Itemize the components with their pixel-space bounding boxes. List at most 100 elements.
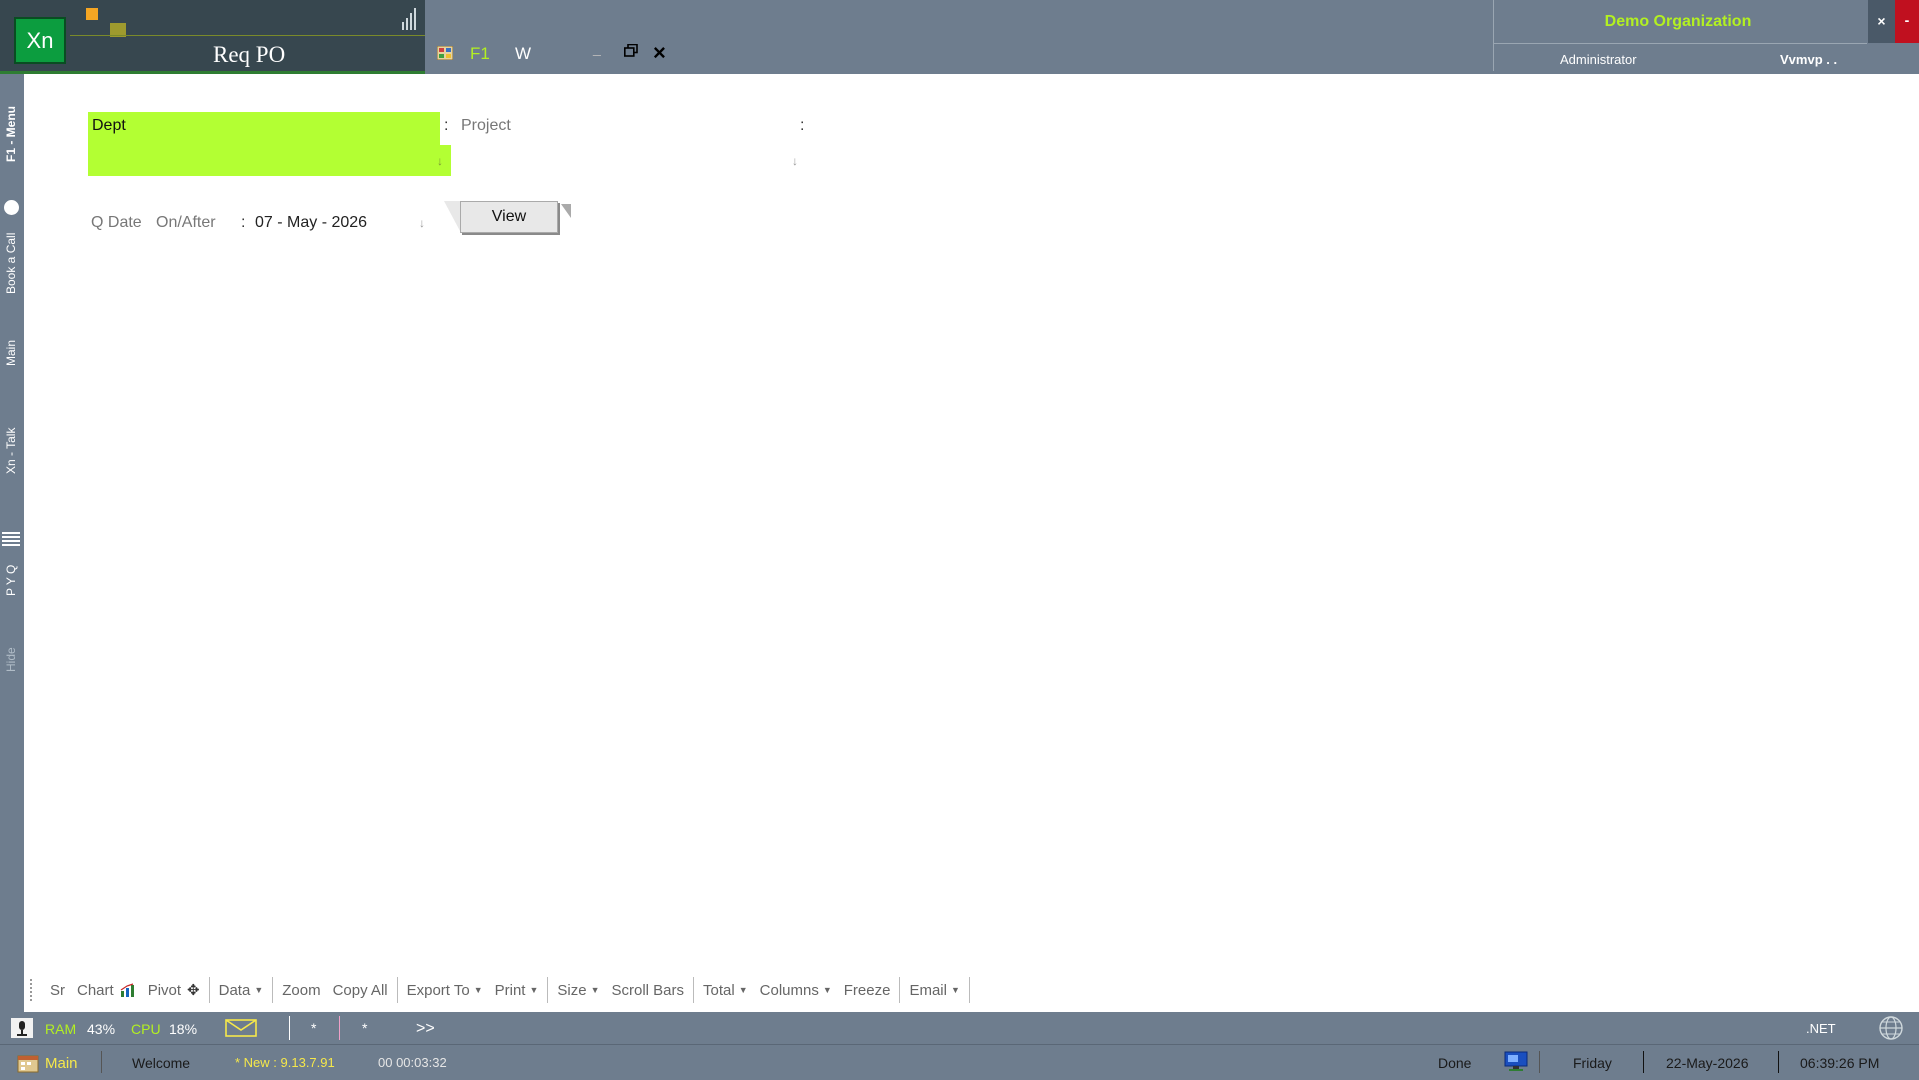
dept-colon: : [444, 117, 449, 134]
copy-all-button[interactable]: Copy All [327, 982, 394, 999]
chevron-down-icon: ▼ [822, 985, 832, 995]
scroll-bars-button[interactable]: Scroll Bars [606, 982, 691, 999]
chevron-down-icon: ▼ [473, 985, 483, 995]
qdate-field[interactable]: 07 - May - 2026 [255, 214, 367, 232]
zoom-button[interactable]: Zoom [276, 982, 326, 999]
status-done: Done [1438, 1055, 1472, 1071]
main-tab[interactable]: Main [45, 1055, 78, 1072]
title-block: Xn Req PO [0, 0, 425, 74]
microphone-icon[interactable] [11, 1018, 33, 1038]
onafter-label: On/After [156, 214, 216, 231]
data-button[interactable]: Data ▼ [213, 982, 270, 999]
status-time: 06:39:26 PM [1800, 1055, 1880, 1071]
user-role: Administrator [1560, 52, 1637, 67]
org-divider [1493, 43, 1867, 44]
toolbar-separator [272, 977, 274, 1003]
left-sidebar: F1 - Menu Book a Call Main Xn - Talk P Y… [0, 74, 24, 1012]
toolbar-separator [968, 977, 970, 1003]
toolbar-separator [396, 977, 398, 1003]
window-title: Req PO [213, 42, 286, 67]
toolbar-separator [208, 977, 210, 1003]
toolbar-grip[interactable] [30, 979, 36, 1001]
project-label: Project [461, 117, 511, 134]
status-separator [339, 1016, 340, 1040]
org-minimize-button[interactable]: - [1895, 0, 1919, 43]
cpu-label: CPU [131, 1021, 161, 1037]
sidebar-item-book-a-call[interactable]: Book a Call [4, 233, 18, 294]
close-icon[interactable]: × [653, 40, 666, 66]
print-button[interactable]: Print ▼ [489, 982, 545, 999]
export-to-button[interactable]: Export To ▼ [401, 982, 489, 999]
orange-square-icon [86, 8, 98, 20]
w-button[interactable]: W [515, 44, 531, 64]
new-version-text[interactable]: * New : 9.13.7.91 [235, 1055, 335, 1070]
status-separator [289, 1016, 290, 1040]
signal-icon [402, 8, 416, 30]
status-bar-bottom: Main Welcome * New : 9.13.7.91 00 00:03:… [0, 1044, 1919, 1080]
status-separator [1778, 1051, 1779, 1073]
move-cursor-icon: ✥ [187, 982, 200, 999]
user-name[interactable]: Vvmvp . . [1780, 52, 1837, 67]
more-button[interactable]: >> [416, 1020, 435, 1038]
toolbar-separator [693, 977, 695, 1003]
globe-icon[interactable] [1878, 1015, 1904, 1041]
grid-icon[interactable] [437, 46, 453, 60]
session-timer: 00 00:03:32 [378, 1055, 447, 1070]
mail-icon[interactable] [225, 1019, 257, 1037]
status-star-1: * [311, 1020, 317, 1036]
ram-value: 43% [87, 1021, 116, 1037]
cpu-value: 18% [169, 1021, 198, 1037]
grid-toolbar: Sr Chart Pivot ✥ Data ▼ Zoom Copy All Exp… [24, 972, 973, 1008]
chevron-down-icon: ▼ [950, 985, 960, 995]
chevron-down-icon: ▼ [254, 985, 264, 995]
sidebar-item-main[interactable]: Main [4, 340, 18, 366]
welcome-text: Welcome [132, 1055, 191, 1071]
status-date: 22-May-2026 [1666, 1055, 1749, 1071]
dept-label-box [88, 112, 440, 145]
qdate-colon: : [241, 214, 246, 231]
ram-label: RAM [45, 1021, 77, 1037]
qdate-label: Q Date [91, 214, 142, 231]
remote-desktop-icon[interactable] [1504, 1051, 1528, 1073]
list-icon [2, 532, 20, 546]
chart-button[interactable]: Chart [71, 982, 142, 999]
dept-input[interactable] [88, 145, 451, 176]
dotnet-label: .NET [1806, 1021, 1836, 1036]
restore-icon[interactable] [624, 44, 638, 57]
qdate-dropdown-arrow-icon[interactable]: ↓ [419, 216, 425, 230]
sidebar-item-pyq[interactable]: P Y Q [4, 565, 18, 596]
status-day: Friday [1573, 1055, 1612, 1071]
status-bar-top: RAM 43% CPU 18% * * >> .NET [0, 1012, 1919, 1044]
calendar-icon[interactable] [17, 1053, 39, 1073]
dept-label: Dept [92, 117, 126, 134]
title-divider [70, 35, 425, 36]
main-content: Dept ↓ : Project : ↓ Q Date On/After : 0… [24, 74, 1919, 1012]
phone-icon [4, 200, 19, 215]
sidebar-item-xn-talk[interactable]: Xn - Talk [4, 428, 18, 474]
view-button-wedge [444, 201, 460, 231]
sidebar-item-hide[interactable]: Hide [4, 647, 18, 672]
minimize-icon[interactable]: _ [593, 40, 601, 56]
sr-button[interactable]: Sr [44, 982, 71, 999]
view-button[interactable]: View [460, 201, 558, 233]
organization-name[interactable]: Demo Organization [1493, 13, 1863, 31]
org-close-button[interactable]: × [1868, 0, 1895, 43]
pivot-button[interactable]: Pivot ✥ [142, 981, 206, 1000]
chevron-down-icon: ▼ [529, 985, 539, 995]
sidebar-item-f1-menu[interactable]: F1 - Menu [4, 106, 18, 162]
email-button[interactable]: Email ▼ [903, 982, 965, 999]
chevron-down-icon: ▼ [590, 985, 600, 995]
app-logo: Xn [14, 17, 66, 64]
freeze-button[interactable]: Freeze [838, 982, 897, 999]
project-dropdown-arrow-icon[interactable]: ↓ [792, 154, 798, 168]
chevron-down-icon: ▼ [738, 985, 748, 995]
total-button[interactable]: Total ▼ [697, 982, 754, 999]
dept-dropdown-arrow-icon[interactable]: ↓ [437, 154, 443, 168]
toolbar-separator [547, 977, 549, 1003]
columns-button[interactable]: Columns ▼ [754, 982, 838, 999]
status-separator [1539, 1051, 1540, 1073]
view-button-corner [561, 204, 571, 218]
chart-icon [120, 983, 134, 997]
f1-button[interactable]: F1 [470, 44, 490, 64]
size-button[interactable]: Size ▼ [551, 982, 605, 999]
